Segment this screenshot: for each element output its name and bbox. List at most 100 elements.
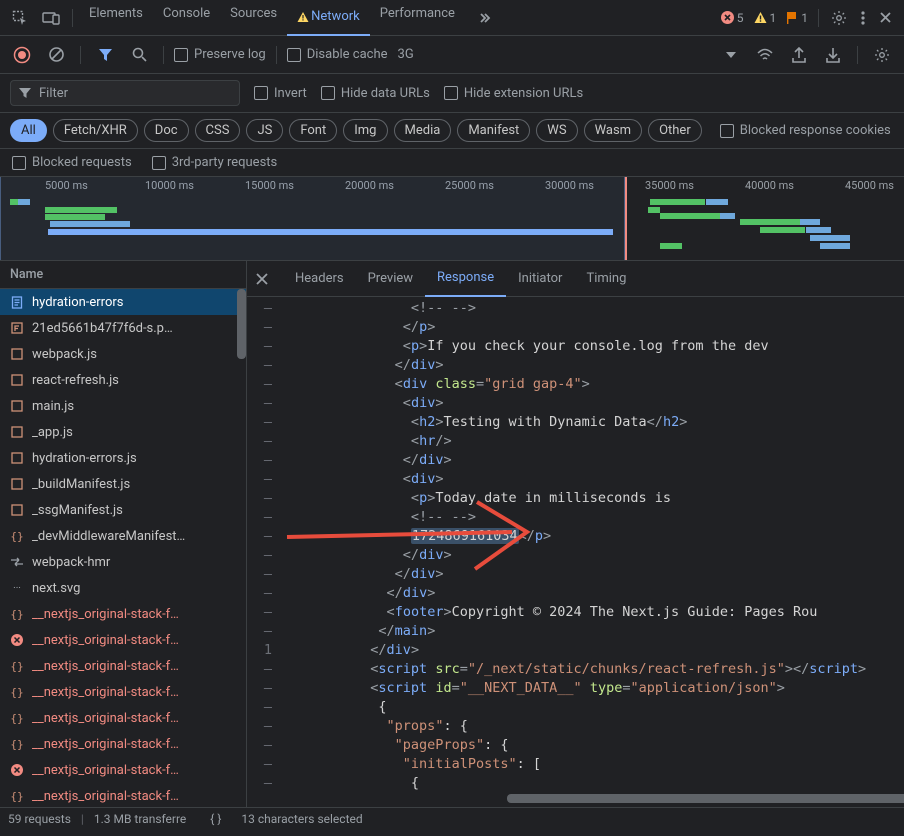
hide-data-urls-checkbox[interactable]: Hide data URLs	[321, 86, 430, 101]
third-party-input[interactable]	[152, 156, 166, 170]
type-pill-ws[interactable]: WS	[536, 119, 577, 142]
response-body[interactable]: ––––––––––––––––––1––––––– <!-- --> </p>…	[247, 297, 904, 807]
more-tabs-button[interactable]	[467, 4, 501, 32]
request-row[interactable]: {}__nextjs_original-stack-f…	[0, 653, 246, 679]
filter-toggle-icon[interactable]	[91, 41, 119, 69]
status-requests: 59 requests	[8, 812, 71, 826]
import-har-icon[interactable]	[819, 41, 847, 69]
export-har-icon[interactable]	[785, 41, 813, 69]
status-transferred: 1.3 MB transferre	[94, 812, 186, 826]
request-name: _ssgManifest.js	[32, 503, 123, 518]
file-type-icon: {}	[10, 686, 24, 699]
network-settings-icon[interactable]	[868, 41, 896, 69]
error-count-badge[interactable]: 5	[717, 11, 748, 25]
request-row[interactable]: {}__nextjs_original-stack-f…	[0, 783, 246, 807]
panel-tab-elements[interactable]: Elements	[79, 0, 153, 28]
hide-ext-urls-input[interactable]	[444, 86, 458, 100]
request-row[interactable]: __nextjs_original-stack-f…	[0, 757, 246, 783]
record-button[interactable]	[8, 41, 36, 69]
request-row[interactable]: react-refresh.js	[0, 367, 246, 393]
request-row[interactable]: _app.js	[0, 419, 246, 445]
inspect-icon[interactable]	[6, 4, 34, 32]
preserve-log-checkbox[interactable]: Preserve log	[174, 47, 266, 62]
request-row[interactable]: {}_devMiddlewareManifest…	[0, 523, 246, 549]
panel-tab-console[interactable]: Console	[153, 0, 220, 28]
warning-count-badge[interactable]: 1	[750, 11, 781, 25]
settings-icon[interactable]	[825, 4, 853, 32]
invert-input[interactable]	[254, 86, 268, 100]
scrollbar-vertical[interactable]	[237, 289, 246, 359]
request-row[interactable]: webpack-hmr	[0, 549, 246, 575]
type-pill-doc[interactable]: Doc	[144, 119, 189, 142]
request-row[interactable]: hydration-errors.js	[0, 445, 246, 471]
request-row[interactable]: {}__nextjs_original-stack-f…	[0, 601, 246, 627]
disable-cache-checkbox[interactable]: Disable cache	[287, 47, 388, 62]
type-pill-img[interactable]: Img	[343, 119, 387, 142]
request-name: __nextjs_original-stack-f…	[32, 659, 179, 674]
blocked-cookies-checkbox[interactable]: Blocked response cookies	[720, 123, 891, 138]
throttling-value: 3G	[398, 47, 414, 62]
panel-tab-sources[interactable]: Sources	[220, 0, 287, 28]
preserve-log-input[interactable]	[174, 48, 188, 62]
request-name: hydration-errors	[32, 295, 124, 310]
response-tab-preview[interactable]: Preview	[356, 261, 425, 297]
response-tab-initiator[interactable]: Initiator	[506, 261, 574, 297]
invert-checkbox[interactable]: Invert	[254, 86, 307, 101]
search-icon[interactable]	[125, 41, 153, 69]
request-row[interactable]: {}__nextjs_original-stack-f…	[0, 679, 246, 705]
throttling-dropdown-icon[interactable]	[717, 41, 745, 69]
kebab-menu-icon[interactable]	[855, 4, 871, 32]
type-pill-other[interactable]: Other	[648, 119, 702, 142]
request-row[interactable]: 21ed5661b47f7f6d-s.p…	[0, 315, 246, 341]
filter-bar: Filter Invert Hide data URLs Hide extens…	[0, 74, 904, 113]
blocked-requests-checkbox[interactable]: Blocked requests	[12, 155, 132, 170]
request-name: __nextjs_original-stack-f…	[32, 607, 179, 622]
hide-ext-urls-label: Hide extension URLs	[464, 86, 583, 101]
hide-data-urls-input[interactable]	[321, 86, 335, 100]
divider	[163, 46, 164, 64]
panel-tab-network[interactable]: Network	[287, 0, 370, 36]
device-toolbar-icon[interactable]	[36, 4, 66, 32]
issue-count: 1	[801, 11, 808, 25]
request-row[interactable]: _buildManifest.js	[0, 471, 246, 497]
braces-icon[interactable]: { }	[210, 812, 221, 826]
request-row[interactable]: hydration-errors	[0, 289, 246, 315]
third-party-checkbox[interactable]: 3rd-party requests	[152, 155, 278, 170]
request-row[interactable]: main.js	[0, 393, 246, 419]
clear-button[interactable]	[42, 41, 70, 69]
response-tab-timing[interactable]: Timing	[574, 261, 638, 297]
type-pill-all[interactable]: All	[10, 119, 47, 142]
issue-count-badge[interactable]: 1	[782, 11, 812, 25]
response-tab-headers[interactable]: Headers	[283, 261, 356, 297]
filter-input[interactable]: Filter	[10, 80, 240, 106]
blocked-requests-input[interactable]	[12, 156, 26, 170]
request-row[interactable]: {}__nextjs_original-stack-f…	[0, 705, 246, 731]
name-column-header[interactable]: Name	[0, 261, 246, 289]
throttling-select[interactable]: 3G	[394, 47, 418, 62]
request-list[interactable]: hydration-errors 21ed5661b47f7f6d-s.p… web…	[0, 289, 246, 807]
type-pill-media[interactable]: Media	[394, 119, 452, 142]
close-devtools-icon[interactable]	[873, 4, 898, 32]
network-conditions-icon[interactable]	[751, 41, 779, 69]
request-row[interactable]: __nextjs_original-stack-f…	[0, 627, 246, 653]
type-pill-fetchxhr[interactable]: Fetch/XHR	[53, 119, 138, 142]
disable-cache-input[interactable]	[287, 48, 301, 62]
type-pill-css[interactable]: CSS	[195, 119, 241, 142]
type-pill-wasm[interactable]: Wasm	[584, 119, 643, 142]
scrollbar-horizontal[interactable]	[507, 794, 904, 803]
request-name: hydration-errors.js	[32, 451, 137, 466]
hide-ext-urls-checkbox[interactable]: Hide extension URLs	[444, 86, 583, 101]
close-response-icon[interactable]	[251, 273, 279, 285]
request-row[interactable]: _ssgManifest.js	[0, 497, 246, 523]
request-row[interactable]: webpack.js	[0, 341, 246, 367]
panel-tab-performance[interactable]: Performance	[370, 0, 465, 28]
request-row[interactable]: {}__nextjs_original-stack-f…	[0, 731, 246, 757]
blocked-cookies-input[interactable]	[720, 124, 734, 138]
request-name: webpack.js	[32, 347, 97, 362]
response-tab-response[interactable]: Response	[425, 261, 506, 297]
type-pill-font[interactable]: Font	[289, 119, 337, 142]
type-pill-manifest[interactable]: Manifest	[457, 119, 530, 142]
network-timeline[interactable]: 5000 ms10000 ms15000 ms20000 ms25000 ms3…	[0, 177, 904, 261]
request-row[interactable]: ···next.svg	[0, 575, 246, 601]
type-pill-js[interactable]: JS	[246, 119, 283, 142]
